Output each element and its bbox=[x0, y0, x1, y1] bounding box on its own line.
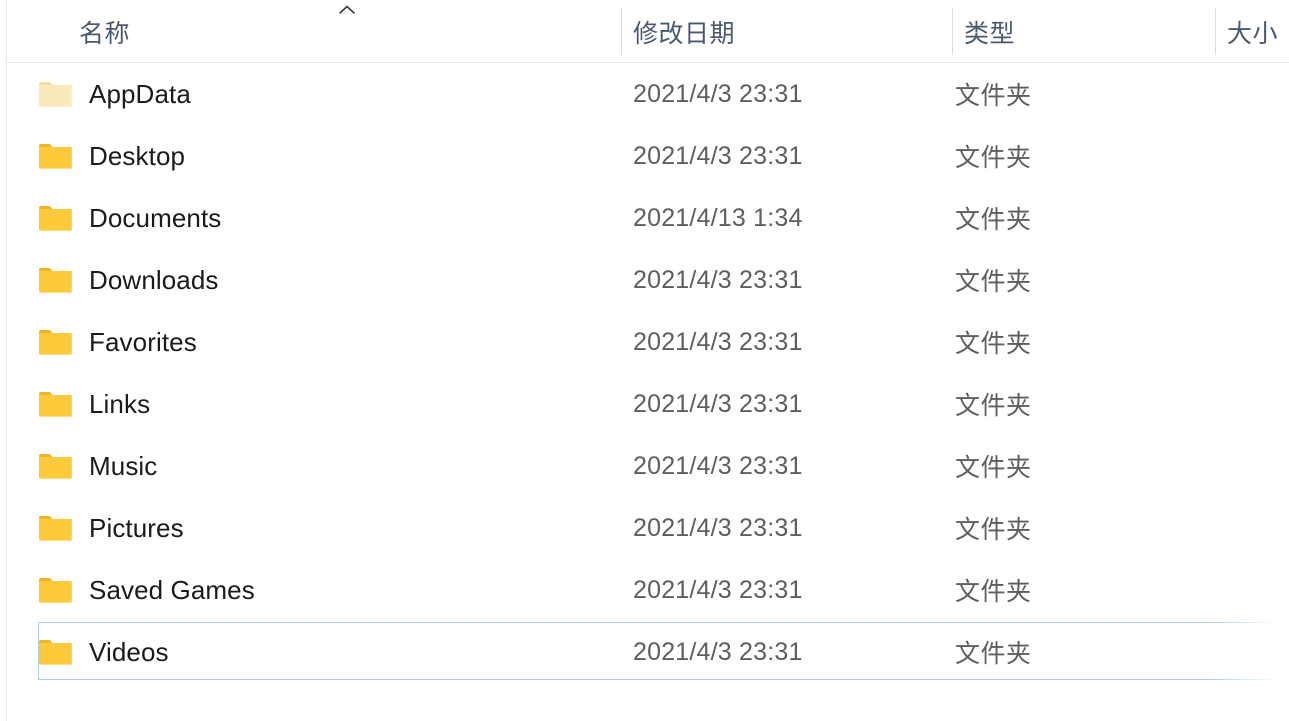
cell-date-modified: 2021/4/3 23:31 bbox=[633, 327, 803, 356]
cell-type: 文件夹 bbox=[955, 82, 1032, 110]
column-header-type[interactable]: 类型 bbox=[952, 0, 1215, 63]
table-row[interactable]: Pictures 2021/4/3 23:31 文件夹 bbox=[7, 497, 1289, 559]
folder-icon bbox=[38, 80, 72, 108]
cell-size bbox=[1217, 621, 1289, 683]
column-divider[interactable] bbox=[621, 8, 622, 55]
cell-name: Links bbox=[38, 373, 614, 435]
cell-name: Downloads bbox=[38, 249, 614, 311]
table-row[interactable]: Videos 2021/4/3 23:31 文件夹 bbox=[7, 621, 1289, 683]
folder-icon bbox=[38, 576, 72, 604]
cell-type: 文件夹 bbox=[955, 206, 1032, 234]
file-name-label: Music bbox=[89, 451, 158, 481]
column-header-type-label: 类型 bbox=[964, 19, 1016, 48]
cell-name: Favorites bbox=[38, 311, 614, 373]
cell-size bbox=[1217, 187, 1289, 249]
cell-date-modified: 2021/4/13 1:34 bbox=[633, 203, 803, 232]
cell-name: Saved Games bbox=[38, 559, 614, 621]
cell-type: 文件夹 bbox=[955, 578, 1032, 606]
cell-name: Videos bbox=[38, 621, 614, 683]
folder-icon bbox=[38, 328, 72, 356]
column-header-name-label: 名称 bbox=[79, 19, 131, 48]
cell-size bbox=[1217, 63, 1289, 125]
cell-date-modified: 2021/4/3 23:31 bbox=[633, 451, 803, 480]
folder-icon bbox=[38, 514, 72, 542]
sort-ascending-icon bbox=[337, 4, 357, 16]
cell-name: Documents bbox=[38, 187, 614, 249]
cell-date-modified: 2021/4/3 23:31 bbox=[633, 389, 803, 418]
cell-name: Music bbox=[38, 435, 614, 497]
column-header-date-modified[interactable]: 修改日期 bbox=[621, 0, 952, 63]
file-name-label: Links bbox=[89, 389, 151, 419]
file-name-label: Saved Games bbox=[89, 575, 255, 605]
cell-date-modified: 2021/4/3 23:31 bbox=[633, 79, 803, 108]
cell-name: Pictures bbox=[38, 497, 614, 559]
cell-size bbox=[1217, 249, 1289, 311]
file-list-pane: 名称 修改日期 类型 大小 AppData 2021/4/3 23:31 文件夹… bbox=[0, 0, 1289, 721]
cell-type: 文件夹 bbox=[955, 640, 1032, 668]
column-header-size[interactable]: 大小 bbox=[1215, 0, 1289, 63]
cell-type: 文件夹 bbox=[955, 392, 1032, 420]
column-header-row: 名称 修改日期 类型 大小 bbox=[7, 0, 1289, 63]
file-name-label: Pictures bbox=[89, 513, 184, 543]
table-row[interactable]: Desktop 2021/4/3 23:31 文件夹 bbox=[7, 125, 1289, 187]
cell-type: 文件夹 bbox=[955, 144, 1032, 172]
folder-icon bbox=[38, 638, 72, 666]
file-name-label: AppData bbox=[89, 79, 191, 109]
file-name-label: Desktop bbox=[89, 141, 186, 171]
table-row[interactable]: AppData 2021/4/3 23:31 文件夹 bbox=[7, 63, 1289, 125]
cell-name: Desktop bbox=[38, 125, 614, 187]
cell-date-modified: 2021/4/3 23:31 bbox=[633, 575, 803, 604]
cell-type: 文件夹 bbox=[955, 516, 1032, 544]
cell-type: 文件夹 bbox=[955, 454, 1032, 482]
cell-name: AppData bbox=[38, 63, 614, 125]
cell-date-modified: 2021/4/3 23:31 bbox=[633, 513, 803, 542]
table-row[interactable]: Documents 2021/4/13 1:34 文件夹 bbox=[7, 187, 1289, 249]
cell-date-modified: 2021/4/3 23:31 bbox=[633, 141, 803, 170]
cell-size bbox=[1217, 559, 1289, 621]
table-row[interactable]: Favorites 2021/4/3 23:31 文件夹 bbox=[7, 311, 1289, 373]
cell-size bbox=[1217, 373, 1289, 435]
column-header-size-label: 大小 bbox=[1227, 19, 1279, 48]
cell-size bbox=[1217, 311, 1289, 373]
file-name-label: Videos bbox=[89, 637, 169, 667]
file-list: AppData 2021/4/3 23:31 文件夹 Desktop 2021/… bbox=[7, 63, 1289, 721]
cell-type: 文件夹 bbox=[955, 268, 1032, 296]
file-name-label: Favorites bbox=[89, 327, 197, 357]
folder-icon bbox=[38, 266, 72, 294]
folder-icon bbox=[38, 142, 72, 170]
cell-size bbox=[1217, 435, 1289, 497]
folder-icon bbox=[38, 204, 72, 232]
cell-date-modified: 2021/4/3 23:31 bbox=[633, 637, 803, 666]
column-divider[interactable] bbox=[1215, 8, 1216, 55]
table-row[interactable]: Links 2021/4/3 23:31 文件夹 bbox=[7, 373, 1289, 435]
table-row[interactable]: Music 2021/4/3 23:31 文件夹 bbox=[7, 435, 1289, 497]
table-row[interactable]: Downloads 2021/4/3 23:31 文件夹 bbox=[7, 249, 1289, 311]
column-header-date-modified-label: 修改日期 bbox=[633, 19, 736, 48]
folder-icon bbox=[38, 452, 72, 480]
column-divider[interactable] bbox=[952, 8, 953, 55]
cell-size bbox=[1217, 497, 1289, 559]
table-row[interactable]: Saved Games 2021/4/3 23:31 文件夹 bbox=[7, 559, 1289, 621]
cell-size bbox=[1217, 125, 1289, 187]
folder-icon bbox=[38, 390, 72, 418]
file-name-label: Documents bbox=[89, 203, 222, 233]
file-name-label: Downloads bbox=[89, 265, 219, 295]
cell-type: 文件夹 bbox=[955, 330, 1032, 358]
cell-date-modified: 2021/4/3 23:31 bbox=[633, 265, 803, 294]
